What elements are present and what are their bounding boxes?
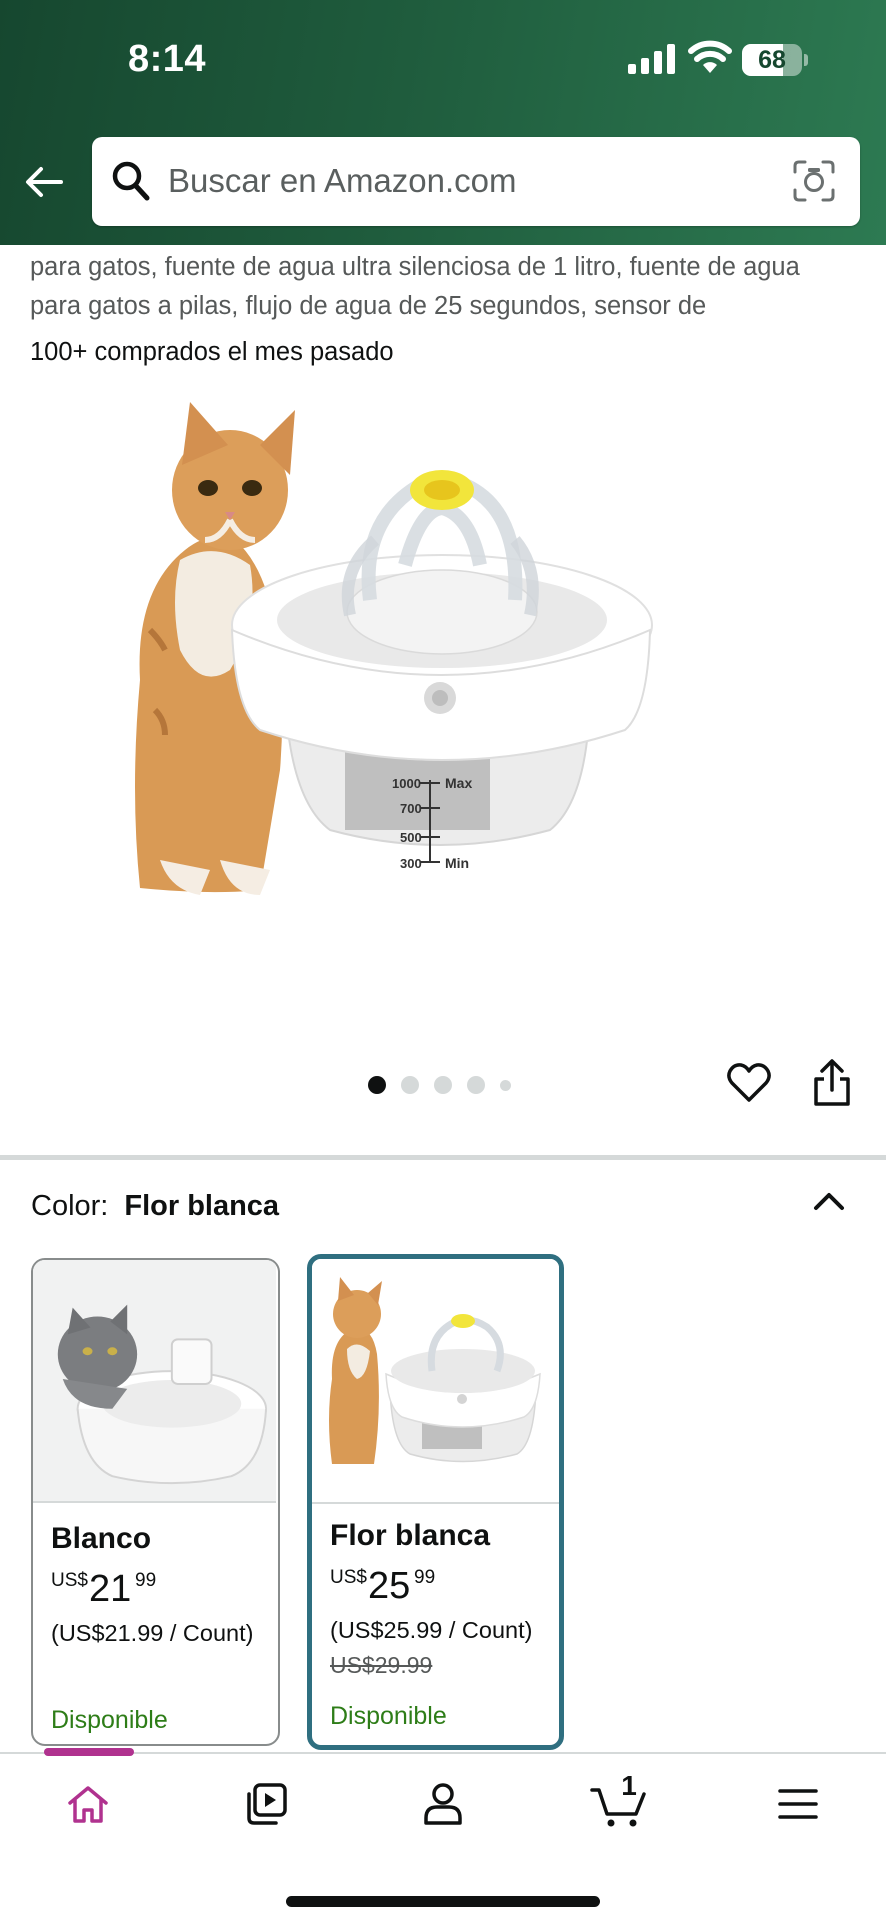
battery-percent: 68	[758, 46, 786, 74]
home-icon	[68, 1786, 108, 1823]
variant-card-flor-blanca[interactable]: Flor blanca US$ 25 99 (US$25.99 / Count)…	[307, 1254, 564, 1750]
variant-availability: Disponible	[51, 1706, 168, 1734]
color-label: Color:	[31, 1190, 109, 1222]
variant-image	[312, 1259, 559, 1504]
section-divider	[0, 1155, 886, 1160]
max-label: Max	[445, 775, 472, 791]
carousel-dot[interactable]	[500, 1079, 511, 1091]
nav-cart[interactable]: 1	[590, 1770, 650, 1832]
mark-700-label: 700	[400, 801, 422, 816]
price-whole: 25	[368, 1565, 411, 1607]
nav-video[interactable]	[236, 1776, 296, 1832]
variant-unit-price: (US$21.99 / Count)	[51, 1620, 254, 1646]
price-currency: US$	[330, 1567, 367, 1588]
back-button[interactable]	[22, 160, 66, 204]
color-selector-header: Color: Flor blanca	[31, 1190, 279, 1223]
home-indicator	[286, 1896, 600, 1907]
selected-color-value: Flor blanca	[124, 1190, 280, 1222]
app-header: 8:14 68	[0, 0, 886, 245]
bottom-navigation: 1	[0, 1748, 886, 1920]
hamburger-menu-icon	[778, 1789, 818, 1819]
variant-name: Blanco	[51, 1522, 152, 1555]
status-time: 8:14	[128, 38, 207, 80]
carousel-dot[interactable]	[368, 1076, 386, 1094]
cart-count-badge: 1	[621, 1770, 637, 1801]
battery-icon: 68	[742, 44, 808, 76]
min-label: Min	[445, 855, 469, 871]
cellular-signal-icon	[628, 44, 675, 74]
variant-price: US$ 25 99	[330, 1565, 553, 1607]
search-input[interactable]	[168, 155, 768, 207]
nav-menu[interactable]	[768, 1776, 828, 1832]
variant-list-price: US$29.99	[330, 1652, 433, 1678]
variant-unit-price: (US$25.99 / Count)	[330, 1617, 533, 1643]
variant-availability: Disponible	[330, 1702, 447, 1730]
carousel-dot[interactable]	[434, 1076, 452, 1094]
share-icon[interactable]	[810, 1058, 854, 1108]
magnifier-icon[interactable]	[110, 159, 152, 203]
variant-list-price	[51, 1655, 272, 1683]
search-bar[interactable]	[92, 137, 860, 226]
bought-count-text: 100+ comprados el mes pasado	[30, 338, 394, 366]
mark-500-label: 500	[400, 830, 422, 845]
description-line: para gatos, fuente de agua ultra silenci…	[30, 253, 800, 281]
mark-300-label: 300	[400, 856, 422, 871]
arrow-left-icon	[26, 167, 63, 197]
heart-icon[interactable]	[726, 1060, 772, 1106]
price-fraction: 99	[135, 1570, 157, 1591]
carousel-dot[interactable]	[467, 1076, 485, 1094]
max-mark-label: 1000	[392, 776, 421, 791]
description-line: para gatos a pilas, flujo de agua de 25 …	[30, 292, 707, 320]
camera-lens-icon[interactable]	[792, 159, 836, 203]
image-carousel-dots[interactable]	[368, 1076, 511, 1094]
active-tab-indicator	[44, 1748, 134, 1756]
variant-price: US$ 21 99	[51, 1568, 272, 1610]
wifi-icon	[688, 40, 732, 73]
price-whole: 21	[89, 1568, 132, 1610]
product-description[interactable]: para gatos, fuente de agua ultra silenci…	[30, 248, 870, 326]
price-currency: US$	[51, 1570, 88, 1591]
nav-home[interactable]	[58, 1776, 118, 1832]
product-image[interactable]: 1000 Max 700 500 300 Min	[120, 390, 760, 1010]
chevron-up-icon[interactable]	[812, 1186, 846, 1216]
variant-name: Flor blanca	[330, 1519, 491, 1552]
variant-card-blanco[interactable]: Blanco US$ 21 99 (US$21.99 / Count) Disp…	[31, 1258, 280, 1746]
variant-image	[33, 1260, 276, 1503]
fountain-illustration: 1000 Max 700 500 300 Min	[230, 470, 653, 871]
price-fraction: 99	[414, 1567, 436, 1588]
carousel-dot[interactable]	[401, 1076, 419, 1094]
video-play-icon	[247, 1783, 287, 1825]
person-icon	[424, 1783, 462, 1825]
nav-account[interactable]	[413, 1776, 473, 1832]
